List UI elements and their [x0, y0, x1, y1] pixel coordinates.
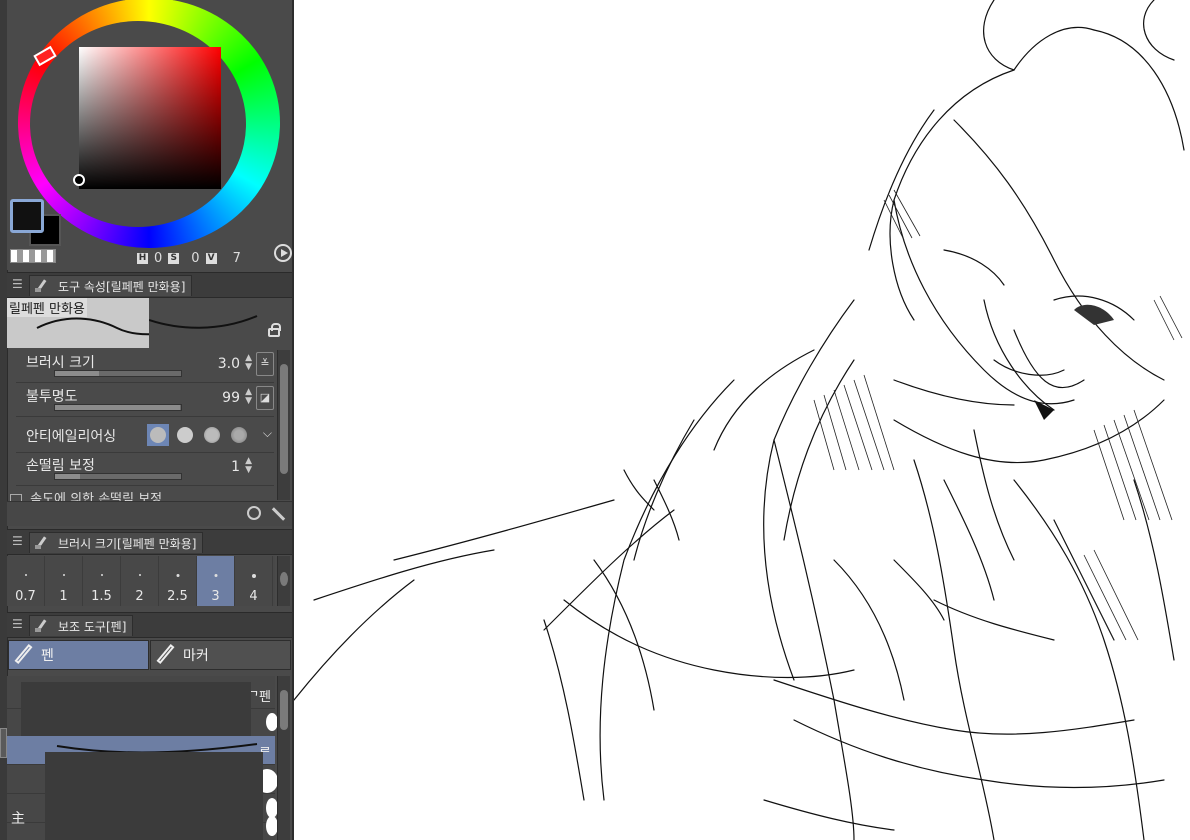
- brush-size-palette: 0.7 1 1.5 2 2.5 3 4: [7, 556, 275, 606]
- speed-stabilization-row[interactable]: 속도에 의한 손떨림 보정: [10, 488, 272, 502]
- stabilization-spinner[interactable]: ▲ ▼: [245, 457, 252, 475]
- color-wheel-panel: H 0 S 0 V 7: [7, 0, 292, 270]
- opacity-settings-button[interactable]: ◪: [256, 386, 274, 410]
- brush-size-option[interactable]: 1: [45, 556, 83, 606]
- tool-property-header: ☰ 도구 속성[릴페펜 만화용]: [7, 272, 292, 298]
- saturation-value-square[interactable]: [79, 47, 221, 189]
- brush-size-option[interactable]: 0.7: [7, 556, 45, 606]
- tool-property-footer: [7, 501, 292, 526]
- brush-size-icon: [34, 536, 52, 550]
- hsv-readout: H 0 S 0 V 7: [137, 250, 241, 266]
- main-color-swatch[interactable]: [10, 199, 44, 233]
- redacted-area: [21, 682, 251, 736]
- opacity-slider[interactable]: [54, 404, 182, 411]
- brush-size-option[interactable]: 4: [235, 556, 273, 606]
- brush-size-scrollbar[interactable]: [277, 556, 290, 606]
- pen-tool-icon: [34, 619, 52, 633]
- preview-stroke-extension: [148, 298, 292, 348]
- marker-icon: [155, 645, 177, 665]
- left-panel: H 0 S 0 V 7 ☰ 도구 속성[릴페펜 만화용] 릴페펜 만화용 브러시…: [0, 0, 294, 840]
- sub-tool-scrollbar[interactable]: [277, 676, 290, 840]
- tool-property-scrollbar[interactable]: [277, 350, 290, 500]
- brush-size-value[interactable]: 3.0: [218, 356, 240, 372]
- menu-icon[interactable]: ☰: [12, 534, 23, 548]
- chevron-down-icon[interactable]: ⌵: [263, 426, 272, 441]
- brush-size-option[interactable]: 1.5: [83, 556, 121, 606]
- brush-preview: 릴페펜 만화용: [7, 298, 149, 348]
- sub-tool-list: ᄀ펜 ᄅ 主: [7, 676, 278, 840]
- lock-icon[interactable]: [268, 323, 281, 337]
- antialias-none-option[interactable]: [147, 424, 169, 446]
- sketch-drawing: [294, 0, 1185, 840]
- h-key: H: [137, 252, 148, 264]
- menu-icon[interactable]: ☰: [12, 617, 23, 631]
- opacity-row: 불투명도 99 ▲ ▼ ◪: [16, 384, 274, 417]
- drawing-canvas[interactable]: [294, 0, 1190, 840]
- h-value: 0: [154, 250, 163, 266]
- tab-tool-property[interactable]: 도구 속성[릴페펜 만화용]: [29, 275, 193, 296]
- tab-brush-size[interactable]: 브러시 크기[릴페펜 만화용]: [29, 532, 204, 553]
- brush-size-header: ☰ 브러시 크기[릴페펜 만화용]: [7, 529, 292, 555]
- stabilization-label: 손떨림 보정: [26, 458, 95, 474]
- timer-icon[interactable]: [247, 506, 261, 520]
- pen-icon: [13, 645, 35, 665]
- collapsed-palette-handle[interactable]: [0, 728, 7, 758]
- tab-sub-tool[interactable]: 보조 도구[펜]: [29, 615, 134, 636]
- sub-tool-group-pen[interactable]: 펜: [8, 640, 149, 670]
- antialias-weak-option[interactable]: [174, 424, 196, 446]
- brush-size-label: 브러시 크기: [26, 355, 95, 371]
- v-value: 7: [232, 250, 241, 266]
- preview-stroke: [36, 317, 149, 336]
- menu-icon[interactable]: ☰: [12, 277, 23, 291]
- brush-size-option[interactable]: 2: [121, 556, 159, 606]
- pressure-settings-button[interactable]: ≚: [256, 352, 274, 376]
- antialias-medium-option[interactable]: [201, 424, 223, 446]
- brush-size-row: 브러시 크기 3.0 ▲ ▼ ≚: [16, 350, 274, 383]
- panel-divider[interactable]: [292, 0, 294, 840]
- brush-size-option-selected[interactable]: 3: [197, 556, 235, 606]
- s-key: S: [168, 252, 180, 264]
- stabilization-value[interactable]: 1: [231, 459, 240, 475]
- brush-gear-icon: [34, 279, 52, 293]
- play-icon[interactable]: [274, 244, 292, 262]
- sub-tool-group-marker[interactable]: 마커: [150, 640, 291, 670]
- opacity-value[interactable]: 99: [222, 390, 240, 406]
- tab-label: 도구 속성[릴페펜 만화용]: [58, 279, 186, 294]
- antialias-strong-option[interactable]: [228, 424, 250, 446]
- sub-tool-header: ☰ 보조 도구[펜]: [7, 612, 292, 638]
- brush-size-spinner[interactable]: ▲ ▼: [245, 354, 252, 372]
- wrench-icon[interactable]: [271, 506, 285, 522]
- tab-label: 브러시 크기[릴페펜 만화용]: [58, 536, 197, 551]
- tab-label: 보조 도구[펜]: [58, 619, 127, 634]
- redacted-area: [45, 752, 263, 840]
- v-key: V: [205, 252, 217, 264]
- opacity-spinner[interactable]: ▲ ▼: [245, 388, 252, 406]
- stabilization-row: 손떨림 보정 1 ▲ ▼: [16, 453, 274, 486]
- antialias-row: 안티에일리어싱 ⌵: [16, 418, 274, 453]
- opacity-label: 불투명도: [26, 389, 78, 405]
- preview-stroke-right: [148, 315, 258, 329]
- brush-size-option[interactable]: 2.5: [159, 556, 197, 606]
- s-value: 0: [191, 250, 200, 266]
- sv-marker[interactable]: [73, 174, 85, 186]
- brush-size-slider[interactable]: [54, 370, 182, 377]
- transparent-color-swatch[interactable]: [10, 249, 56, 263]
- stabilization-slider[interactable]: [54, 473, 182, 480]
- antialias-label: 안티에일리어싱: [26, 429, 117, 445]
